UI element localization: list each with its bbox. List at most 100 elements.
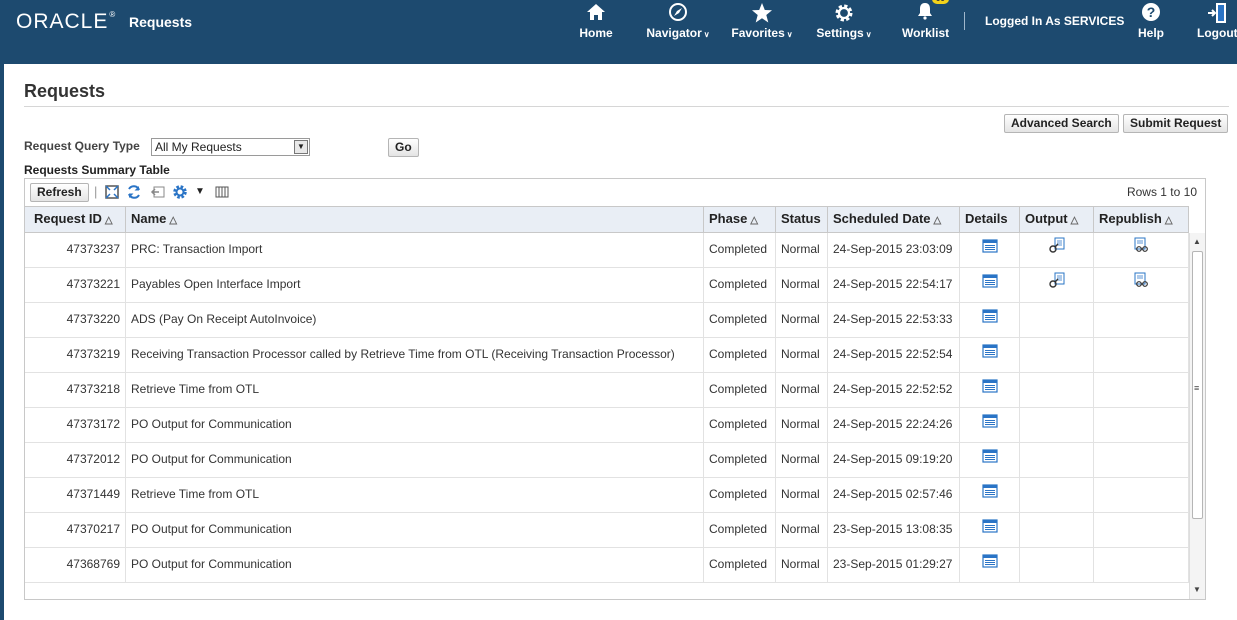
table-row[interactable]: 47373172 PO Output for Communication Compl… [25,408,1189,443]
sort-icon[interactable]: △ [169,215,177,226]
cell-request-id[interactable]: 47373237 [25,233,126,268]
col-output[interactable]: Output △ [1020,207,1094,233]
detach-icon[interactable] [104,184,120,203]
republish-icon[interactable] [1132,268,1150,301]
sort-icon[interactable]: △ [934,215,942,226]
table-row[interactable]: 47373237 PRC: Transaction Import Completed… [25,233,1189,268]
details-icon[interactable] [981,443,998,476]
details-icon[interactable] [981,548,998,581]
cell-name: PO Output for Communication [126,443,704,478]
nav-favorites[interactable]: Favorites ∨ [730,0,794,64]
cell-name: Receiving Transaction Processor called b… [126,338,704,373]
table-body: 47373237 PRC: Transaction Import Completed… [25,233,1189,583]
gear-icon [815,0,873,26]
view-output-icon[interactable] [1048,233,1066,266]
details-icon[interactable] [981,408,998,441]
cell-request-id[interactable]: 47373218 [25,373,126,408]
details-icon[interactable] [981,338,998,371]
query-type-select[interactable]: All My Requests ▼ [151,138,310,156]
cell-output [1020,373,1094,408]
cell-request-id[interactable]: 47372012 [25,443,126,478]
cell-status: Normal [776,513,828,548]
go-button[interactable]: Go [388,138,419,157]
cell-name: PO Output for Communication [126,408,704,443]
home-icon [575,0,617,26]
cell-scheduled-date: 24-Sep-2015 22:53:33 [828,303,960,338]
cell-status: Normal [776,303,828,338]
cell-request-id[interactable]: 47373219 [25,338,126,373]
cell-request-id[interactable]: 47370217 [25,513,126,548]
details-icon[interactable] [981,303,998,336]
cell-republish [1094,408,1189,443]
oracle-logo: ORACLE® [16,10,117,33]
page-title: Requests [24,81,106,101]
cell-scheduled-date: 24-Sep-2015 23:03:09 [828,233,960,268]
advanced-search-button[interactable]: Advanced Search [1004,114,1119,133]
republish-icon[interactable] [1132,233,1150,266]
sort-icon[interactable]: △ [1165,215,1173,226]
cell-status: Normal [776,478,828,513]
refresh-icon[interactable] [126,184,142,203]
table-row[interactable]: 47373221 Payables Open Interface Import Co… [25,268,1189,303]
cell-status: Normal [776,373,828,408]
cell-republish [1094,443,1189,478]
sort-icon[interactable]: △ [1071,215,1079,226]
details-icon[interactable] [981,268,998,301]
sort-icon[interactable]: △ [750,215,758,226]
details-icon[interactable] [981,513,998,546]
table-row[interactable]: 47371449 Retrieve Time from OTL Completed N… [25,478,1189,513]
cell-details [960,408,1020,443]
cell-output [1020,303,1094,338]
chevron-down-icon[interactable]: ▼ [195,186,205,197]
compass-icon [644,0,712,26]
left-frame-edge [0,64,4,620]
col-name[interactable]: Name △ [126,207,704,233]
toolbar-separator: | [94,184,98,199]
refresh-button[interactable]: Refresh [30,183,89,202]
cell-request-id[interactable]: 47371449 [25,478,126,513]
nav-worklist[interactable]: 99 Worklist [902,0,949,64]
scroll-up-arrow-icon[interactable]: ▲ [1193,237,1201,246]
scroll-down-arrow-icon[interactable]: ▼ [1193,585,1201,594]
vertical-scrollbar[interactable]: ▲ ≡ ▼ [1189,233,1205,599]
col-phase[interactable]: Phase △ [704,207,776,233]
global-header: ORACLE® Requests Home Navigator ∨ Favorit… [0,0,1237,64]
col-republish[interactable]: Republish △ [1094,207,1189,233]
sort-icon[interactable]: △ [105,215,113,226]
col-status: Status [776,207,828,233]
table-row[interactable]: 47372012 PO Output for Communication Compl… [25,443,1189,478]
scroll-grip-icon: ≡ [1194,383,1200,393]
submit-request-button[interactable]: Submit Request [1123,114,1229,133]
cell-request-id[interactable]: 47368769 [25,548,126,583]
col-scheduled-date[interactable]: Scheduled Date △ [828,207,960,233]
cell-phase: Completed [704,408,776,443]
cell-name: Retrieve Time from OTL [126,478,704,513]
cell-request-id[interactable]: 47373221 [25,268,126,303]
nav-settings[interactable]: Settings ∨ [815,0,873,64]
title-divider [24,106,1229,107]
cell-republish [1094,513,1189,548]
settings-gear-icon[interactable] [172,184,190,203]
nav-logout[interactable]: Logout [1197,0,1237,64]
nav-help[interactable]: ? Help [1135,0,1167,64]
table-row[interactable]: 47373220 ADS (Pay On Receipt AutoInvoice)… [25,303,1189,338]
undo-icon[interactable] [150,184,166,203]
cell-phase: Completed [704,338,776,373]
col-request-id[interactable]: Request ID △ [25,207,126,233]
details-icon[interactable] [981,233,998,266]
columns-icon[interactable] [214,184,230,203]
cell-name: Retrieve Time from OTL [126,373,704,408]
nav-home[interactable]: Home [575,0,617,64]
table-row[interactable]: 47373218 Retrieve Time from OTL Completed N… [25,373,1189,408]
dropdown-arrow-icon[interactable]: ▼ [294,140,308,154]
details-icon[interactable] [981,478,998,511]
table-row[interactable]: 47373219 Receiving Transaction Processor … [25,338,1189,373]
view-output-icon[interactable] [1048,268,1066,301]
table-row[interactable]: 47370217 PO Output for Communication Compl… [25,513,1189,548]
nav-navigator[interactable]: Navigator ∨ [644,0,712,64]
table-row[interactable]: 47368769 PO Output for Communication Compl… [25,548,1189,583]
cell-request-id[interactable]: 47373172 [25,408,126,443]
cell-request-id[interactable]: 47373220 [25,303,126,338]
details-icon[interactable] [981,373,998,406]
cell-phase: Completed [704,513,776,548]
